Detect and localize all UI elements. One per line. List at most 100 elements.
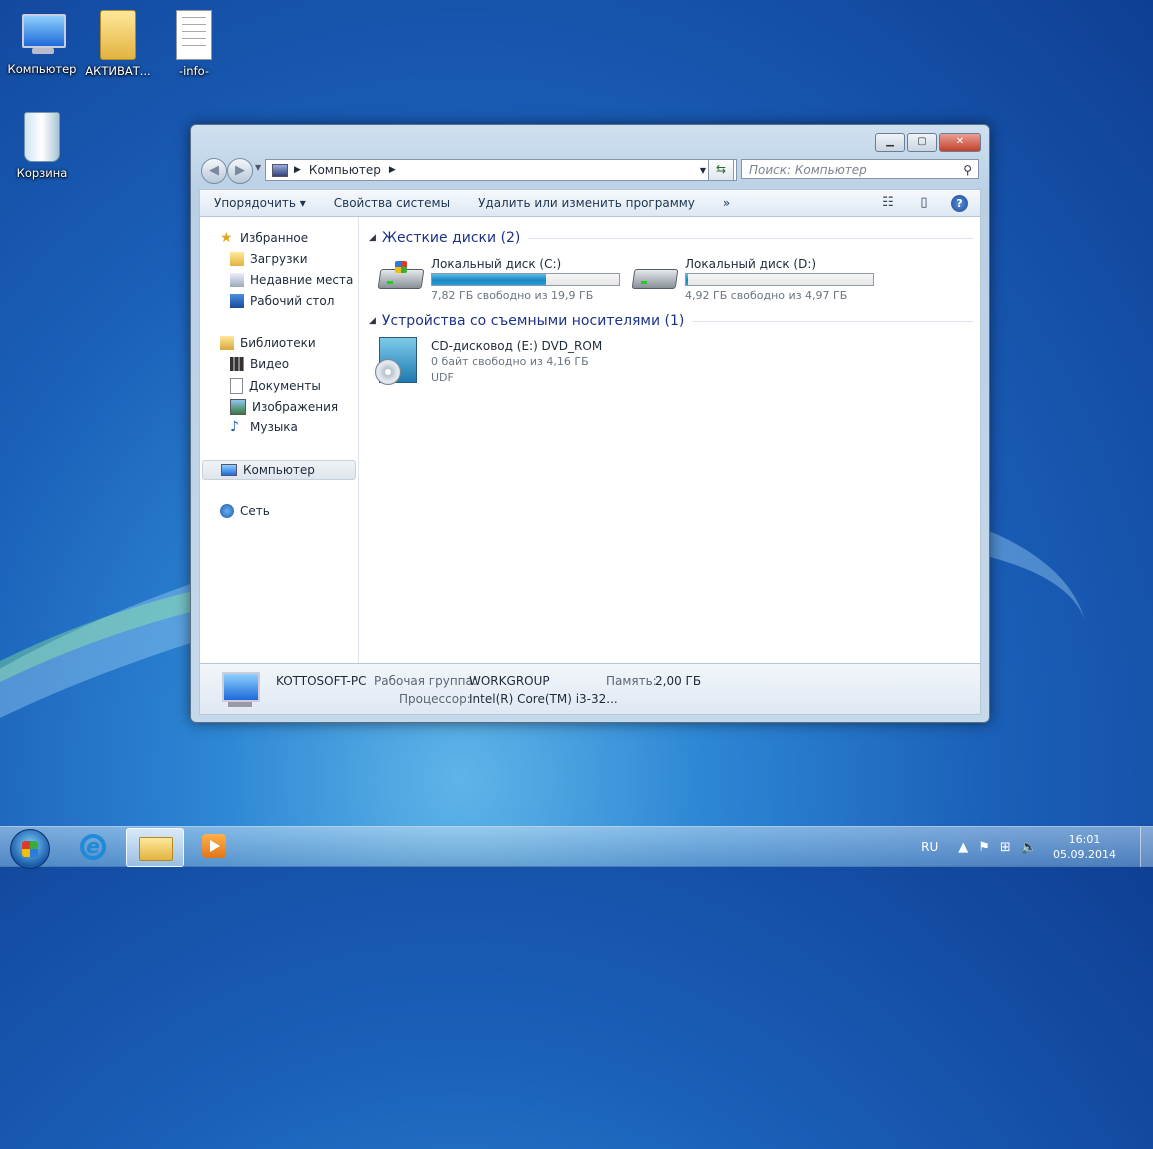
sidebar-item-downloads[interactable]: Загрузки <box>230 252 308 266</box>
explorer-window: ▁ ▢ ✕ ◀ ▶ ▼ ▶ Компьютер ▶ ▼ ⇆ Поиск: Ком… <box>190 124 990 723</box>
start-button[interactable] <box>10 829 50 869</box>
minimize-button[interactable]: ▁ <box>875 133 905 152</box>
change-view-icon[interactable]: ☷ ▾ <box>879 194 897 228</box>
group-title: Устройства со съемными носителями (1) <box>381 313 685 329</box>
address-dropdown-icon[interactable]: ▼ <box>700 166 706 175</box>
sidebar-item-video[interactable]: Видео <box>230 357 289 371</box>
collapse-triangle-icon[interactable]: ◢ <box>369 316 376 326</box>
downloads-folder-icon <box>230 252 244 266</box>
sidebar-item-label: Видео <box>250 357 290 371</box>
taskbar-internet-explorer[interactable]: e <box>64 828 120 865</box>
computer-icon <box>221 464 237 476</box>
sidebar-item-network[interactable]: Сеть <box>220 504 270 518</box>
action-center-flag-icon[interactable]: ⚑ <box>978 840 990 855</box>
recent-pages-dropdown[interactable]: ▼ <box>255 163 261 172</box>
sidebar-item-computer[interactable]: Компьютер <box>202 460 356 480</box>
sidebar-item-label: Музыка <box>250 420 298 434</box>
taskbar-media-player[interactable] <box>186 828 242 865</box>
drive-usage-fill <box>432 274 547 285</box>
search-icon[interactable]: ⚲ <box>963 160 972 180</box>
volume-icon[interactable]: 🔈 <box>1021 840 1037 855</box>
sidebar-item-desktop[interactable]: Рабочий стол <box>230 294 334 308</box>
breadcrumb-chevron-icon[interactable]: ▶ <box>389 165 396 175</box>
address-bar[interactable]: ▶ Компьютер ▶ ▼ <box>265 159 737 181</box>
sidebar-item-label: Библиотеки <box>240 336 316 350</box>
folder-icon <box>139 837 173 861</box>
sidebar-item-label: Сеть <box>240 504 270 518</box>
drive-name: CD-дисковод (E:) DVD_ROM <box>431 339 603 353</box>
computer-name: KOTTOSOFT-PC <box>276 674 367 688</box>
sidebar-item-documents[interactable]: Документы <box>230 378 321 394</box>
breadcrumb-chevron-icon[interactable]: ▶ <box>294 165 301 175</box>
sidebar-item-music[interactable]: ♪ Музыка <box>230 420 298 434</box>
group-header-removable[interactable]: ◢ Устройства со съемными носителями (1) <box>369 313 973 329</box>
details-pane: KOTTOSOFT-PC Рабочая группа: WORKGROUP П… <box>199 663 981 715</box>
sidebar-item-label: Документы <box>249 379 321 393</box>
language-indicator[interactable]: RU <box>921 840 938 854</box>
computer-icon <box>272 163 288 177</box>
collapse-triangle-icon[interactable]: ◢ <box>369 233 376 243</box>
group-header-hard-disks[interactable]: ◢ Жесткие диски (2) <box>369 230 973 246</box>
window-controls: ▁ ▢ ✕ <box>875 133 981 152</box>
drive-filesystem: UDF <box>431 371 454 384</box>
drive-usage-bar <box>685 273 874 286</box>
desktop-icon-label: -info- <box>178 64 210 78</box>
navigation-bar: ◀ ▶ ▼ ▶ Компьютер ▶ ▼ ⇆ Поиск: Компьютер… <box>199 157 981 184</box>
sidebar-item-recent[interactable]: Недавние места <box>230 273 353 287</box>
sidebar-item-label: Загрузки <box>250 252 308 266</box>
search-placeholder: Поиск: Компьютер <box>749 163 867 177</box>
group-title: Жесткие диски (2) <box>381 230 521 246</box>
system-properties-button[interactable]: Свойства системы <box>320 196 464 210</box>
organize-button[interactable]: Упорядочить ▾ <box>200 196 320 210</box>
refresh-button[interactable]: ⇆ <box>708 159 734 181</box>
desktop-icon-activator[interactable]: АКТИВАТ... <box>78 10 158 78</box>
desktop-icon-computer[interactable]: Компьютер <box>2 10 82 76</box>
recycle-bin-icon <box>24 112 60 162</box>
music-icon: ♪ <box>230 419 239 435</box>
desktop-icon-recycle-bin[interactable]: Корзина <box>2 112 82 180</box>
pictures-icon <box>230 399 246 415</box>
internet-explorer-icon: e <box>80 834 106 860</box>
drive-free-space: 7,82 ГБ свободно из 19,9 ГБ <box>431 289 594 302</box>
drive-name: Локальный диск (D:) <box>685 257 817 271</box>
processor-value: Intel(R) Core(TM) i3-32... <box>469 692 618 706</box>
drive-free-space: 4,92 ГБ свободно из 4,97 ГБ <box>685 289 848 302</box>
preview-pane-icon[interactable]: ▯ <box>915 194 933 212</box>
search-input[interactable]: Поиск: Компьютер ⚲ <box>741 159 979 179</box>
sidebar-item-label: Рабочий стол <box>250 294 335 308</box>
desktop-icon-label: Компьютер <box>7 62 77 76</box>
taskbar-explorer[interactable] <box>126 828 184 867</box>
taskbar: e RU ▲ ⚑ ⊞ 🔈 16:01 05.09.2014 <box>0 826 1153 869</box>
clock[interactable]: 16:01 05.09.2014 <box>1053 832 1116 862</box>
workgroup-label: Рабочая группа: <box>374 674 477 688</box>
sidebar-item-label: Изображения <box>252 400 339 414</box>
maximize-button[interactable]: ▢ <box>907 133 937 152</box>
forward-button[interactable]: ▶ <box>227 158 253 184</box>
sidebar-item-label: Избранное <box>240 231 309 245</box>
drive-name: Локальный диск (C:) <box>431 257 562 271</box>
clock-date: 05.09.2014 <box>1053 848 1116 861</box>
close-button[interactable]: ✕ <box>939 133 981 152</box>
media-player-icon <box>202 834 226 858</box>
network-icon[interactable]: ⊞ <box>1000 840 1011 855</box>
desktop-icon-info[interactable]: -info- <box>154 10 234 78</box>
sidebar-item-pictures[interactable]: Изображения <box>230 399 338 415</box>
desktop-icon-label: АКТИВАТ... <box>85 64 151 78</box>
more-commands-button[interactable]: » <box>709 196 744 210</box>
uninstall-program-button[interactable]: Удалить или изменить программу <box>464 196 709 210</box>
star-icon: ★ <box>220 230 233 246</box>
show-hidden-icons-icon[interactable]: ▲ <box>958 840 968 855</box>
back-button[interactable]: ◀ <box>201 158 227 184</box>
drive-item-c[interactable]: Локальный диск (C:) 7,82 ГБ свободно из … <box>377 255 627 302</box>
navigation-pane: ★ Избранное Загрузки Недавние места Рабо… <box>200 217 359 663</box>
sidebar-item-favorites[interactable]: ★ Избранное <box>220 231 308 245</box>
processor-label: Процессор: <box>399 692 471 706</box>
drive-item-d[interactable]: Локальный диск (D:) 4,92 ГБ свободно из … <box>631 255 881 302</box>
drive-usage-bar <box>431 273 620 286</box>
drive-item-e[interactable]: CD-дисковод (E:) DVD_ROM 0 байт свободно… <box>375 337 627 393</box>
desktop-icon <box>230 294 244 308</box>
sidebar-item-libraries[interactable]: Библиотеки <box>220 336 316 350</box>
show-desktop-button[interactable] <box>1140 827 1153 867</box>
breadcrumb-computer[interactable]: Компьютер <box>309 163 381 177</box>
help-icon[interactable]: ? <box>951 194 968 212</box>
